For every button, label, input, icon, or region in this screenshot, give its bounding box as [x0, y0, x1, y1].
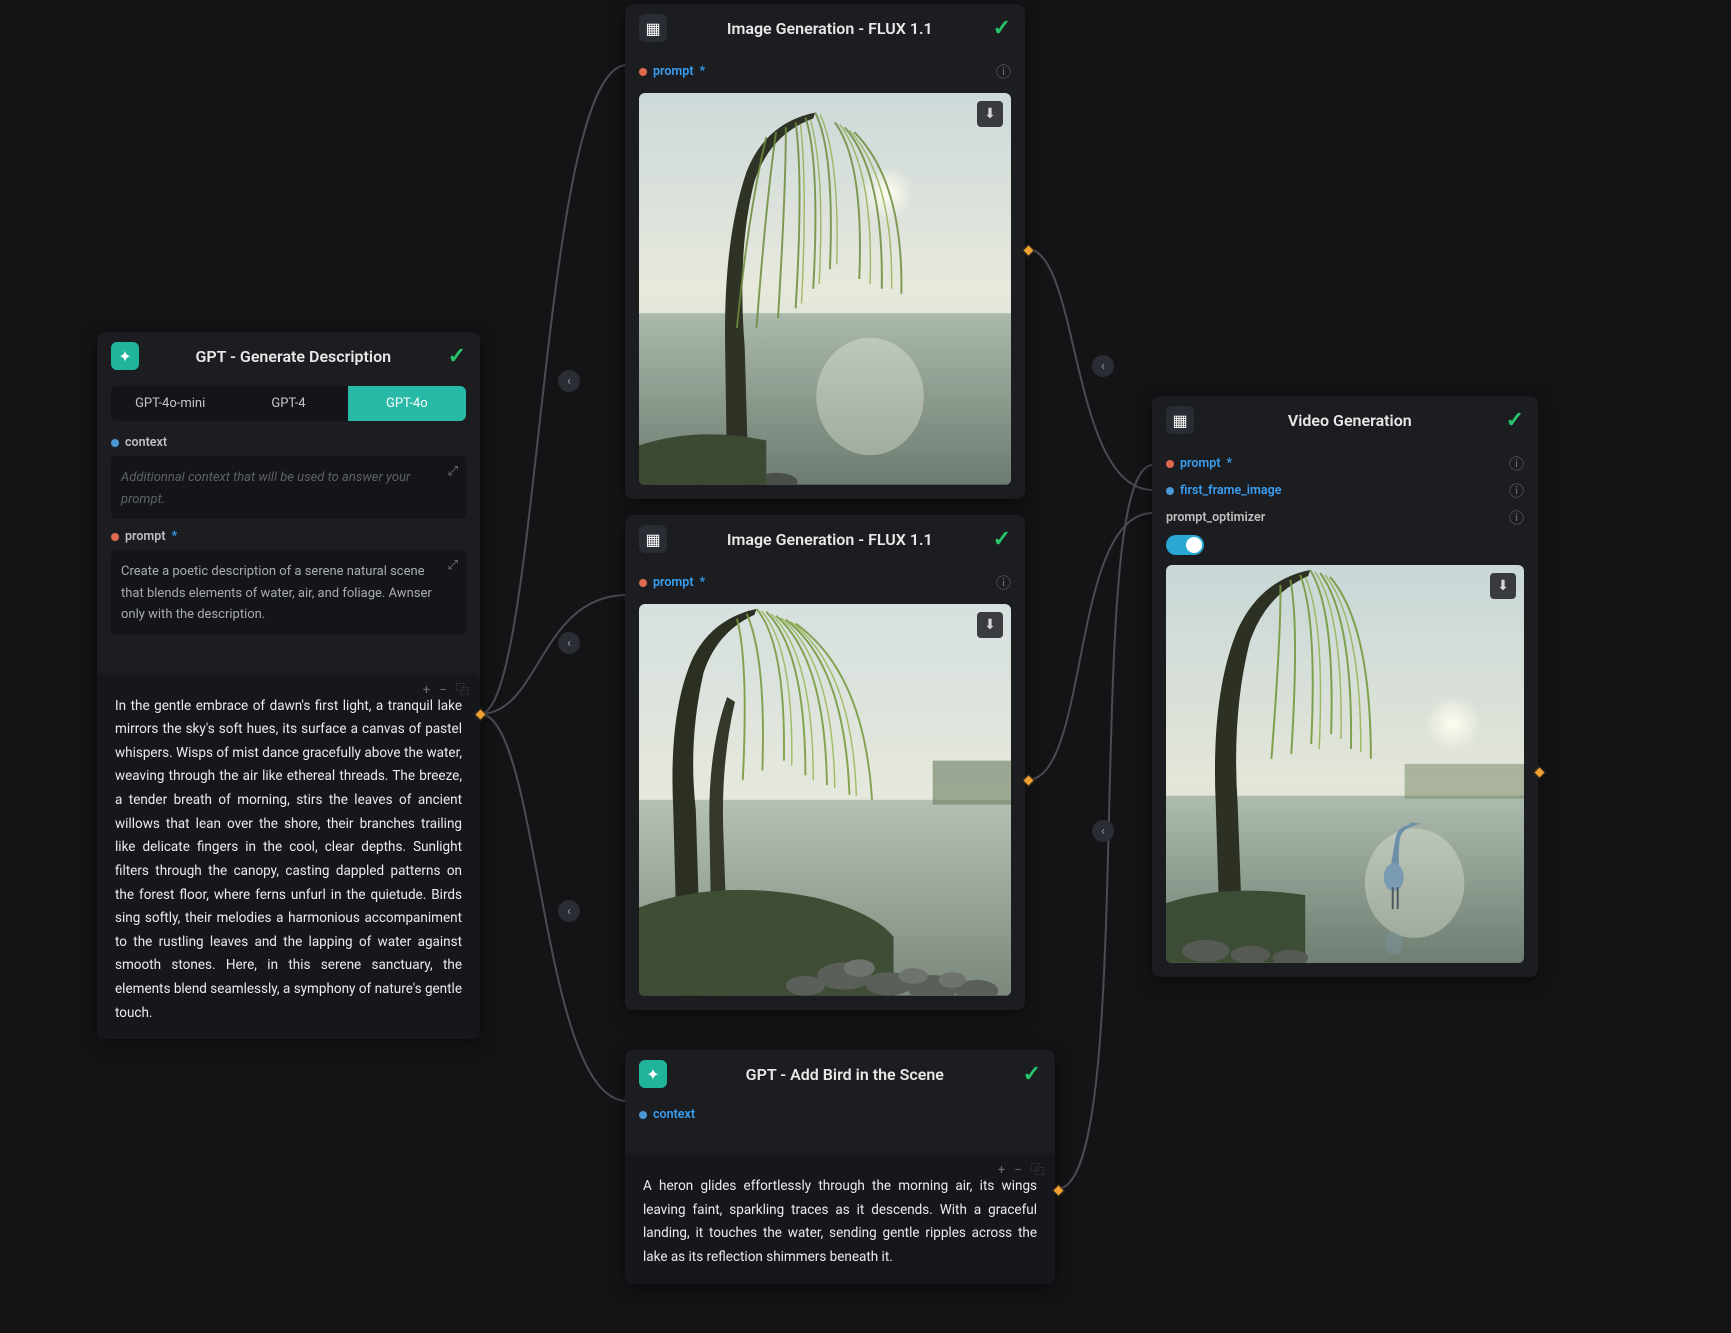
- check-icon: ✓: [993, 16, 1011, 41]
- expand-icon[interactable]: ⤢: [448, 464, 458, 479]
- tab-gpt4o[interactable]: GPT-4o: [348, 386, 466, 421]
- output-panel: + − ⿻ A heron glides effortlessly throug…: [625, 1153, 1055, 1284]
- edge-collapse-btn[interactable]: ‹: [1092, 820, 1114, 842]
- node-header[interactable]: ✦ GPT - Add Bird in the Scene ✓: [625, 1050, 1055, 1100]
- generated-image: ⬇: [639, 604, 1011, 996]
- prompt-label: prompt: [125, 529, 166, 544]
- output-text: In the gentle embrace of dawn's first li…: [115, 695, 462, 1026]
- openai-icon: ✦: [111, 342, 139, 370]
- image-icon: ▦: [639, 525, 667, 553]
- node-video[interactable]: ▦ Video Generation ✓ prompt * ⓘ first_fr…: [1152, 396, 1538, 977]
- tab-gpt4o-mini[interactable]: GPT-4o-mini: [111, 386, 229, 421]
- node-title: Image Generation - FLUX 1.1: [677, 19, 983, 38]
- info-icon[interactable]: ⓘ: [1509, 480, 1524, 501]
- tab-gpt4[interactable]: GPT-4: [229, 386, 347, 421]
- edge-collapse-btn[interactable]: ‹: [558, 370, 580, 392]
- prompt-label[interactable]: prompt: [653, 64, 694, 79]
- check-icon: ✓: [1506, 408, 1524, 433]
- expand-icon[interactable]: ⤢: [448, 558, 458, 573]
- context-label: context: [125, 435, 167, 450]
- node-title: GPT - Generate Description: [149, 347, 438, 366]
- edge-collapse-btn[interactable]: ‹: [1092, 355, 1114, 377]
- model-tabs: GPT-4o-mini GPT-4 GPT-4o: [111, 386, 466, 421]
- output-tools[interactable]: + − ⿻: [998, 1159, 1047, 1178]
- openai-icon: ✦: [639, 1060, 667, 1088]
- edge-collapse-btn[interactable]: ‹: [558, 900, 580, 922]
- node-flux-2[interactable]: ▦ Image Generation - FLUX 1.1 ✓ prompt *…: [625, 515, 1025, 1010]
- output-panel: + − ⿻ In the gentle embrace of dawn's fi…: [97, 673, 480, 1040]
- edge-collapse-btn[interactable]: ‹: [558, 632, 580, 654]
- prompt-input[interactable]: Create a poetic description of a serene …: [111, 550, 466, 635]
- info-icon[interactable]: ⓘ: [996, 572, 1011, 593]
- first-frame-label[interactable]: first_frame_image: [1180, 483, 1281, 498]
- video-icon: ▦: [1166, 406, 1194, 434]
- check-icon: ✓: [1023, 1062, 1041, 1087]
- image-icon: ▦: [639, 14, 667, 42]
- download-icon[interactable]: ⬇: [977, 612, 1003, 638]
- node-title: GPT - Add Bird in the Scene: [677, 1065, 1013, 1084]
- info-icon[interactable]: ⓘ: [1509, 507, 1524, 528]
- port-dot-icon: [111, 533, 119, 541]
- node-header[interactable]: ▦ Image Generation - FLUX 1.1 ✓: [625, 4, 1025, 54]
- willow-lake-image: [639, 93, 1011, 485]
- port-dot-icon: [639, 68, 647, 76]
- required-asterisk: *: [172, 529, 178, 544]
- check-icon: ✓: [448, 344, 466, 369]
- optimizer-label: prompt_optimizer: [1166, 510, 1265, 525]
- node-header[interactable]: ▦ Image Generation - FLUX 1.1 ✓: [625, 515, 1025, 565]
- output-text: A heron glides effortlessly through the …: [643, 1175, 1037, 1270]
- port-dot-icon: [111, 439, 119, 447]
- port-dot-icon: [639, 579, 647, 587]
- heron-lake-image: [1166, 565, 1524, 963]
- output-tools[interactable]: + − ⿻: [423, 679, 472, 698]
- optimizer-toggle[interactable]: [1166, 535, 1204, 555]
- node-gpt-bird[interactable]: ✦ GPT - Add Bird in the Scene ✓ context …: [625, 1050, 1055, 1284]
- prompt-label[interactable]: prompt: [1180, 456, 1221, 471]
- node-header[interactable]: ✦ GPT - Generate Description ✓: [97, 332, 480, 382]
- node-title: Image Generation - FLUX 1.1: [677, 530, 983, 549]
- port-dot-icon: [1166, 487, 1174, 495]
- download-icon[interactable]: ⬇: [1490, 573, 1516, 599]
- info-icon[interactable]: ⓘ: [1509, 453, 1524, 474]
- check-icon: ✓: [993, 527, 1011, 552]
- port-dot-icon: [639, 1111, 647, 1119]
- info-icon[interactable]: ⓘ: [996, 61, 1011, 82]
- prompt-label[interactable]: prompt: [653, 575, 694, 590]
- generated-video-frame: ⬇: [1166, 565, 1524, 963]
- node-header[interactable]: ▦ Video Generation ✓: [1152, 396, 1538, 446]
- context-input[interactable]: Additionnal context that will be used to…: [111, 456, 466, 519]
- port-dot-icon: [1166, 460, 1174, 468]
- willow-shore-image: [639, 604, 1011, 996]
- node-flux-1[interactable]: ▦ Image Generation - FLUX 1.1 ✓ prompt *…: [625, 4, 1025, 499]
- node-title: Video Generation: [1204, 411, 1496, 430]
- node-gpt-description[interactable]: ✦ GPT - Generate Description ✓ GPT-4o-mi…: [97, 332, 480, 1039]
- context-label[interactable]: context: [653, 1107, 695, 1122]
- generated-image: ⬇: [639, 93, 1011, 485]
- download-icon[interactable]: ⬇: [977, 101, 1003, 127]
